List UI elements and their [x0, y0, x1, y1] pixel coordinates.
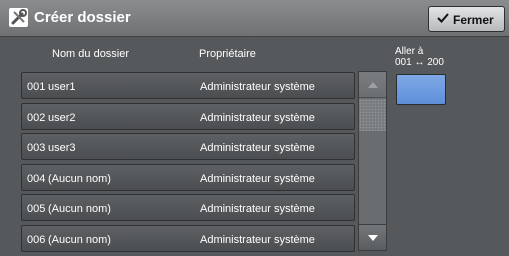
folder-name: user1: [48, 81, 76, 93]
check-icon: [437, 12, 449, 27]
page-title: Créer dossier: [34, 9, 131, 26]
folder-name: (Aucun nom): [48, 173, 111, 185]
table-row[interactable]: 005 (Aucun nom) Administrateur système: [21, 194, 355, 221]
table-row[interactable]: 002 user2 Administrateur système: [21, 103, 355, 130]
table-row[interactable]: 001 user1 Administrateur système: [21, 72, 355, 99]
folder-owner: Administrateur système: [200, 142, 315, 154]
folder-name: user3: [48, 142, 76, 154]
close-button-label: Fermer: [453, 13, 494, 27]
arrow-down-icon: [368, 235, 378, 241]
scrollbar-thumb[interactable]: [359, 99, 386, 131]
goto-range: 001 ↔ 200: [395, 57, 444, 68]
table-row[interactable]: 004 (Aucun nom) Administrateur système: [21, 164, 355, 191]
scroll-down-button[interactable]: [358, 224, 387, 251]
dialog-window: Créer dossier Fermer Nom du dossier Prop…: [0, 0, 509, 256]
title-bar: Créer dossier Fermer: [0, 0, 509, 37]
goto-button[interactable]: [396, 74, 446, 105]
column-header-name: Nom du dossier: [52, 48, 130, 60]
folder-name: user2: [48, 112, 76, 124]
folder-owner: Administrateur système: [200, 173, 315, 185]
folder-name: (Aucun nom): [48, 203, 111, 215]
folder-owner: Administrateur système: [200, 234, 315, 246]
table-row[interactable]: 003 user3 Administrateur système: [21, 133, 355, 160]
arrow-up-icon: [368, 82, 378, 88]
column-header-owner: Propriétaire: [199, 48, 256, 60]
folder-owner: Administrateur système: [200, 203, 315, 215]
folder-number: 006: [27, 234, 46, 246]
folder-number: 004: [27, 173, 46, 185]
goto-title: Aller à: [395, 46, 424, 57]
folder-number: 002: [27, 112, 46, 124]
close-button[interactable]: Fermer: [428, 6, 505, 32]
scroll-up-button[interactable]: [358, 71, 387, 98]
table-row[interactable]: 006 (Aucun nom) Administrateur système: [21, 225, 355, 252]
folder-owner: Administrateur système: [200, 112, 315, 124]
goto-label: Aller à 001 ↔ 200: [395, 46, 444, 68]
folder-name: (Aucun nom): [48, 234, 111, 246]
folder-owner: Administrateur système: [200, 81, 315, 93]
folder-number: 001: [27, 81, 46, 93]
folder-number: 005: [27, 203, 46, 215]
tools-icon: [9, 8, 28, 27]
folder-number: 003: [27, 142, 46, 154]
